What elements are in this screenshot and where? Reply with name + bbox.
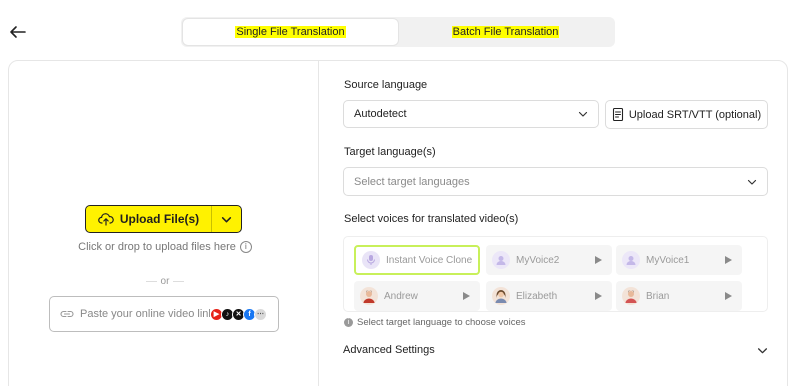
- or-line-left: [146, 281, 157, 282]
- or-line-right: [173, 281, 184, 282]
- chevron-down-icon: [221, 216, 232, 222]
- tab-batch-file[interactable]: Batch File Translation: [398, 19, 613, 45]
- or-text: or: [160, 276, 170, 287]
- more-icon[interactable]: ⋯: [254, 307, 267, 321]
- person-avatar-icon: [625, 290, 637, 303]
- upload-srt-button[interactable]: Upload SRT/VTT (optional): [605, 100, 768, 129]
- subtitle-file-icon: [612, 107, 623, 122]
- panel-divider: [318, 60, 319, 386]
- info-icon: i: [344, 318, 353, 327]
- upload-hint-text: Click or drop to upload files here: [78, 241, 236, 253]
- play-icon[interactable]: [463, 292, 470, 300]
- upload-files-button: Upload File(s): [85, 205, 242, 233]
- voice-name: Andrew: [384, 290, 418, 302]
- voice-name: Brian: [646, 290, 670, 302]
- upload-options-dropdown[interactable]: [211, 206, 241, 232]
- video-link-input[interactable]: [80, 308, 210, 320]
- source-language-label: Source language: [344, 79, 428, 91]
- tab-single-file[interactable]: Single File Translation: [183, 19, 398, 45]
- source-language-select[interactable]: Autodetect: [343, 100, 599, 128]
- back-arrow-icon[interactable]: [8, 22, 28, 42]
- user-icon: [626, 256, 636, 265]
- target-language-select[interactable]: Select target languages: [343, 167, 768, 196]
- voice-name: Elizabeth: [516, 290, 558, 302]
- user-icon: [496, 256, 506, 265]
- brian-avatar: [622, 287, 640, 305]
- source-language-value: Autodetect: [354, 108, 407, 120]
- or-separator: or: [146, 276, 184, 287]
- voice-name: Instant Voice Clone: [386, 254, 473, 266]
- voice-myvoice2[interactable]: MyVoice2: [486, 245, 612, 275]
- tab-batch-file-label: Batch File Translation: [451, 26, 560, 38]
- info-icon[interactable]: i: [239, 241, 252, 253]
- upload-hint: Click or drop to upload files here i: [70, 241, 260, 253]
- myvoice2-avatar: [492, 251, 510, 269]
- translation-mode-tabs: Single File Translation Batch File Trans…: [181, 17, 615, 47]
- target-language-placeholder: Select target languages: [354, 175, 470, 188]
- voice-elizabeth[interactable]: Elizabeth: [486, 281, 612, 311]
- supported-platforms: ▶ ♪ ✕ f ⋯: [210, 307, 267, 321]
- microphone-icon: [367, 255, 375, 265]
- upload-files-label: Upload File(s): [119, 212, 200, 226]
- voice-brian[interactable]: Brian: [616, 281, 742, 311]
- voice-myvoice1[interactable]: MyVoice1: [616, 245, 742, 275]
- voice-name: MyVoice2: [516, 254, 560, 266]
- video-link-field[interactable]: ▶ ♪ ✕ f ⋯: [49, 296, 279, 332]
- elizabeth-avatar: [492, 287, 510, 305]
- instant-voice-clone-avatar: [362, 251, 380, 269]
- link-icon: [60, 310, 74, 318]
- voices-label: Select voices for translated video(s): [344, 213, 519, 225]
- upload-srt-label: Upload SRT/VTT (optional): [628, 108, 762, 121]
- voice-andrew[interactable]: Andrew: [354, 281, 480, 311]
- cloud-upload-icon: [98, 213, 114, 226]
- play-icon[interactable]: [595, 292, 602, 300]
- person-avatar-icon: [495, 290, 507, 303]
- andrew-avatar: [360, 287, 378, 305]
- chevron-down-icon: [578, 111, 588, 117]
- person-avatar-icon: [363, 290, 375, 303]
- play-icon[interactable]: [725, 292, 732, 300]
- chevron-down-icon: [757, 347, 768, 353]
- chevron-down-icon: [747, 179, 757, 185]
- myvoice1-avatar: [622, 251, 640, 269]
- voice-hint-text: Select target language to choose voices: [357, 317, 526, 328]
- upload-files-main[interactable]: Upload File(s): [86, 206, 211, 232]
- voice-hint: i Select target language to choose voice…: [344, 317, 525, 328]
- target-language-label: Target language(s): [344, 146, 436, 158]
- advanced-settings-toggle[interactable]: Advanced Settings: [343, 344, 768, 356]
- voice-instant-clone[interactable]: Instant Voice Clone: [354, 245, 480, 275]
- play-icon[interactable]: [595, 256, 602, 264]
- advanced-settings-label: Advanced Settings: [343, 344, 435, 356]
- voice-name: MyVoice1: [646, 254, 690, 266]
- tab-single-file-label: Single File Translation: [235, 26, 346, 38]
- play-icon[interactable]: [725, 256, 732, 264]
